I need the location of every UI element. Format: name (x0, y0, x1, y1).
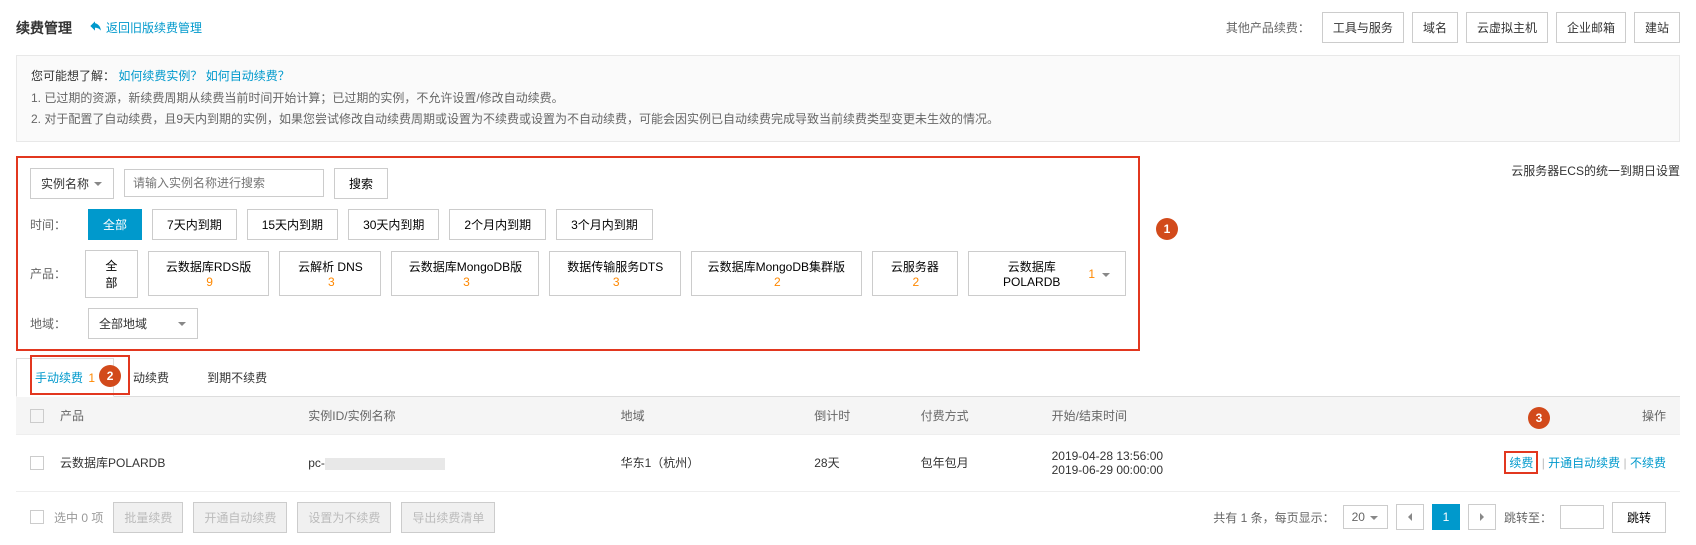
region-label: 地域： (30, 315, 78, 332)
tab-auto-renew[interactable]: 动续费 2 (114, 358, 188, 397)
product-dts[interactable]: 数据传输服务DTS 3 (549, 251, 681, 296)
col-region: 地域 (613, 397, 807, 435)
callout-3: 3 (1528, 407, 1550, 429)
jump-button[interactable]: 跳转 (1612, 502, 1666, 533)
return-icon (88, 19, 102, 36)
cell-region: 华东1（杭州） (613, 434, 807, 491)
info-link-renew[interactable]: 如何续费实例？ (118, 69, 202, 83)
batch-renew[interactable]: 批量续费 (113, 502, 183, 533)
info-line-2: 2. 对于配置了自动续费，且9天内到期的实例，如果您尝试修改自动续费周期或设置为… (31, 109, 1665, 131)
head-btn-tools[interactable]: 工具与服务 (1322, 12, 1404, 43)
cell-product: 云数据库POLARDB (52, 434, 300, 491)
callout-2: 2 (99, 365, 121, 387)
page-next[interactable] (1468, 504, 1496, 530)
col-payment: 付费方式 (913, 397, 1044, 435)
product-ecs[interactable]: 云服务器 2 (872, 251, 958, 296)
page-prev[interactable] (1396, 504, 1424, 530)
table-row: 云数据库POLARDB pc- 华东1（杭州） 28天 包年包月 2019-04… (16, 434, 1680, 491)
back-link[interactable]: 返回旧版续费管理 (88, 19, 202, 36)
product-rds[interactable]: 云数据库RDS版 9 (148, 251, 270, 296)
tabs: 手动续费 1 动续费 2 到期不续费 (16, 357, 1680, 397)
product-all[interactable]: 全部 (85, 250, 138, 298)
total-label: 共有 1 条，每页显示： (1213, 509, 1334, 526)
jump-input[interactable] (1560, 505, 1604, 529)
info-link-auto[interactable]: 如何自动续费？ (206, 69, 290, 83)
table-footer: 选中 0 项 批量续费 开通自动续费 设置为不续费 导出续费清单 共有 1 条，… (16, 492, 1680, 533)
time-label: 时间： (30, 216, 78, 233)
info-line-1: 1. 已过期的资源，新续费周期从续费当前时间开始计算；已过期的实例，不允许设置/… (31, 88, 1665, 110)
chevron-down-icon (93, 178, 103, 188)
info-box: 您可能想了解： 如何续费实例？ 如何自动续费？ 1. 已过期的资源，新续费周期从… (16, 55, 1680, 142)
search-type-select[interactable]: 实例名称 (30, 168, 114, 199)
filter-area: 实例名称 搜索 时间： 全部 7天内到期 15天内到期 30天内到期 2个月内到… (16, 156, 1140, 351)
page-header: 续费管理 返回旧版续费管理 其他产品续费： 工具与服务 域名 云虚拟主机 企业邮… (16, 12, 1680, 43)
page-1[interactable]: 1 (1432, 504, 1460, 530)
redacted-instance-id (325, 458, 445, 470)
product-mongo[interactable]: 云数据库MongoDB版 3 (391, 251, 539, 296)
action-renew[interactable]: 续费 (1509, 456, 1533, 470)
cell-time: 2019-04-28 13:56:00 2019-06-29 00:00:00 (1044, 434, 1305, 491)
chevron-down-icon (177, 318, 187, 328)
region-select[interactable]: 全部地域 (88, 308, 198, 339)
col-instance: 实例ID/实例名称 (300, 397, 612, 435)
page-title: 续费管理 (16, 18, 72, 38)
product-mongo-cluster[interactable]: 云数据库MongoDB集群版 2 (691, 251, 862, 296)
time-7d[interactable]: 7天内到期 (152, 209, 237, 240)
other-products-label: 其他产品续费： (1226, 19, 1310, 36)
action-auto-renew[interactable]: 开通自动续费 (1548, 456, 1620, 470)
select-all-checkbox[interactable] (30, 409, 44, 423)
cell-countdown: 28天 (806, 434, 912, 491)
time-30d[interactable]: 30天内到期 (348, 209, 439, 240)
time-all[interactable]: 全部 (88, 209, 142, 240)
product-polardb[interactable]: 云数据库POLARDB 1 (968, 251, 1126, 296)
tab-no-renew[interactable]: 到期不续费 (188, 358, 286, 397)
export-list[interactable]: 导出续费清单 (401, 502, 495, 533)
page-size-select[interactable]: 20 (1343, 505, 1388, 529)
footer-select-all[interactable] (30, 510, 44, 524)
head-btn-vhost[interactable]: 云虚拟主机 (1466, 12, 1548, 43)
chevron-down-icon (1101, 269, 1111, 279)
col-product: 产品 (52, 397, 300, 435)
col-countdown: 倒计时 (806, 397, 912, 435)
batch-auto-renew[interactable]: 开通自动续费 (193, 502, 287, 533)
selected-count: 选中 0 项 (54, 509, 103, 526)
head-btn-mail[interactable]: 企业邮箱 (1556, 12, 1626, 43)
cell-payment: 包年包月 (913, 434, 1044, 491)
jump-label: 跳转至： (1504, 509, 1552, 526)
head-btn-domain[interactable]: 域名 (1412, 12, 1458, 43)
time-3m[interactable]: 3个月内到期 (556, 209, 653, 240)
row-checkbox[interactable] (30, 456, 44, 470)
time-15d[interactable]: 15天内到期 (247, 209, 338, 240)
batch-no-renew[interactable]: 设置为不续费 (297, 502, 391, 533)
highlight-box-renew: 续费 (1504, 451, 1538, 474)
head-btn-site[interactable]: 建站 (1634, 12, 1680, 43)
unified-link[interactable]: 统一到期日设置 (1596, 164, 1680, 178)
col-time: 开始/结束时间 (1044, 397, 1305, 435)
time-2m[interactable]: 2个月内到期 (449, 209, 546, 240)
action-no-renew[interactable]: 不续费 (1630, 456, 1666, 470)
instance-table: 产品 实例ID/实例名称 地域 倒计时 付费方式 开始/结束时间 操作 云数据库… (16, 397, 1680, 492)
chevron-down-icon (1369, 512, 1379, 522)
callout-1: 1 (1156, 218, 1178, 240)
search-input[interactable] (124, 169, 324, 197)
product-dns[interactable]: 云解析 DNS 3 (279, 251, 381, 296)
product-label: 产品： (30, 265, 75, 282)
unified-prefix: 云服务器ECS的 (1511, 164, 1596, 178)
search-button[interactable]: 搜索 (334, 168, 388, 199)
cell-instance: pc- (300, 434, 612, 491)
col-ops: 操作 (1304, 397, 1680, 435)
